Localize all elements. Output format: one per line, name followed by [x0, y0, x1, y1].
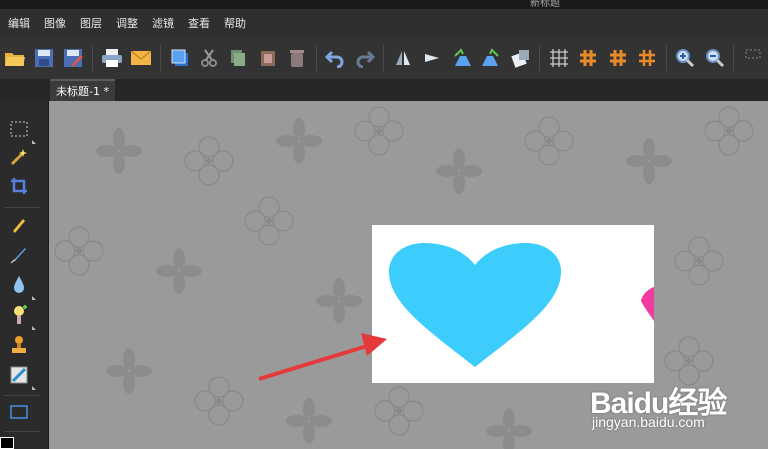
menu-bar: 编辑 图像 图层 调整 滤镜 查看 帮助 [0, 9, 768, 37]
document-tab-bar: 未标题-1 * [0, 79, 768, 101]
menu-filter[interactable]: 滤镜 [146, 15, 180, 31]
menu-adjust[interactable]: 调整 [110, 15, 144, 31]
hash-grid-2-icon[interactable] [605, 45, 630, 71]
dodge-icon[interactable] [8, 304, 36, 330]
menu-view[interactable]: 查看 [182, 15, 216, 31]
rotate-right-icon[interactable] [479, 45, 504, 71]
layers-icon[interactable] [167, 45, 192, 71]
hash-grid-3-icon[interactable] [634, 45, 659, 71]
tools-panel [0, 101, 49, 449]
menu-edit[interactable]: 编辑 [2, 15, 36, 31]
brush-icon[interactable] [8, 244, 30, 266]
foreground-color-swatch[interactable] [0, 437, 14, 449]
cut-icon[interactable] [196, 45, 221, 71]
delete-icon[interactable] [284, 45, 309, 71]
undo-icon[interactable] [323, 45, 348, 71]
window-titlebar: 新标题 [0, 0, 768, 9]
toolbar-separator [383, 45, 385, 71]
stamp-icon[interactable] [8, 334, 30, 356]
paste-icon[interactable] [255, 45, 280, 71]
toolbar-separator [665, 45, 667, 71]
save-icon[interactable] [31, 45, 56, 71]
rectangle-select-icon[interactable] [8, 118, 36, 144]
zoom-in-icon[interactable] [673, 45, 698, 71]
gradient-icon[interactable] [8, 364, 36, 390]
pencil-icon[interactable] [8, 214, 30, 236]
flip-vertical-icon[interactable] [420, 45, 445, 71]
document-canvas[interactable] [372, 225, 654, 383]
toolbar-separator [92, 45, 94, 71]
redo-icon[interactable] [352, 45, 377, 71]
menu-help[interactable]: 帮助 [218, 15, 252, 31]
toolbar-separator [315, 45, 317, 71]
blur-icon[interactable] [8, 274, 36, 300]
toolbar [0, 37, 768, 79]
tools-separator [4, 431, 40, 432]
canvas-artwork [388, 243, 654, 367]
copy-icon[interactable] [226, 45, 251, 71]
blue-heart-shape [388, 243, 562, 367]
pink-heart-partial [641, 287, 654, 321]
flip-horizontal-icon[interactable] [390, 45, 415, 71]
toolbar-separator [159, 45, 161, 71]
toolbar-separator [733, 45, 735, 71]
baidu-jingyan-watermark: Baidu经验 jingyan.baidu.com [590, 378, 768, 449]
menu-layer[interactable]: 图层 [74, 15, 108, 31]
save-as-icon[interactable] [61, 45, 86, 71]
menu-image[interactable]: 图像 [38, 15, 72, 31]
open-icon[interactable] [2, 45, 27, 71]
print-icon[interactable] [99, 45, 124, 71]
tab-untitled-1[interactable]: 未标题-1 * [50, 79, 115, 101]
toolbar-separator [539, 45, 541, 71]
window-title: 新标题 [530, 0, 560, 9]
hash-grid-icon[interactable] [576, 45, 601, 71]
resize-icon[interactable] [508, 45, 533, 71]
watermark-url: jingyan.baidu.com [592, 414, 705, 430]
rotate-left-icon[interactable] [449, 45, 474, 71]
magic-wand-icon[interactable] [8, 146, 30, 168]
grid-icon[interactable] [546, 45, 571, 71]
tools-separator [4, 395, 40, 396]
email-icon[interactable] [128, 45, 153, 71]
rectangle-shape-icon[interactable] [8, 401, 30, 423]
zoom-out-icon[interactable] [702, 45, 727, 71]
tools-separator [4, 207, 40, 208]
fit-icon[interactable] [740, 45, 765, 71]
crop-icon[interactable] [8, 175, 30, 197]
